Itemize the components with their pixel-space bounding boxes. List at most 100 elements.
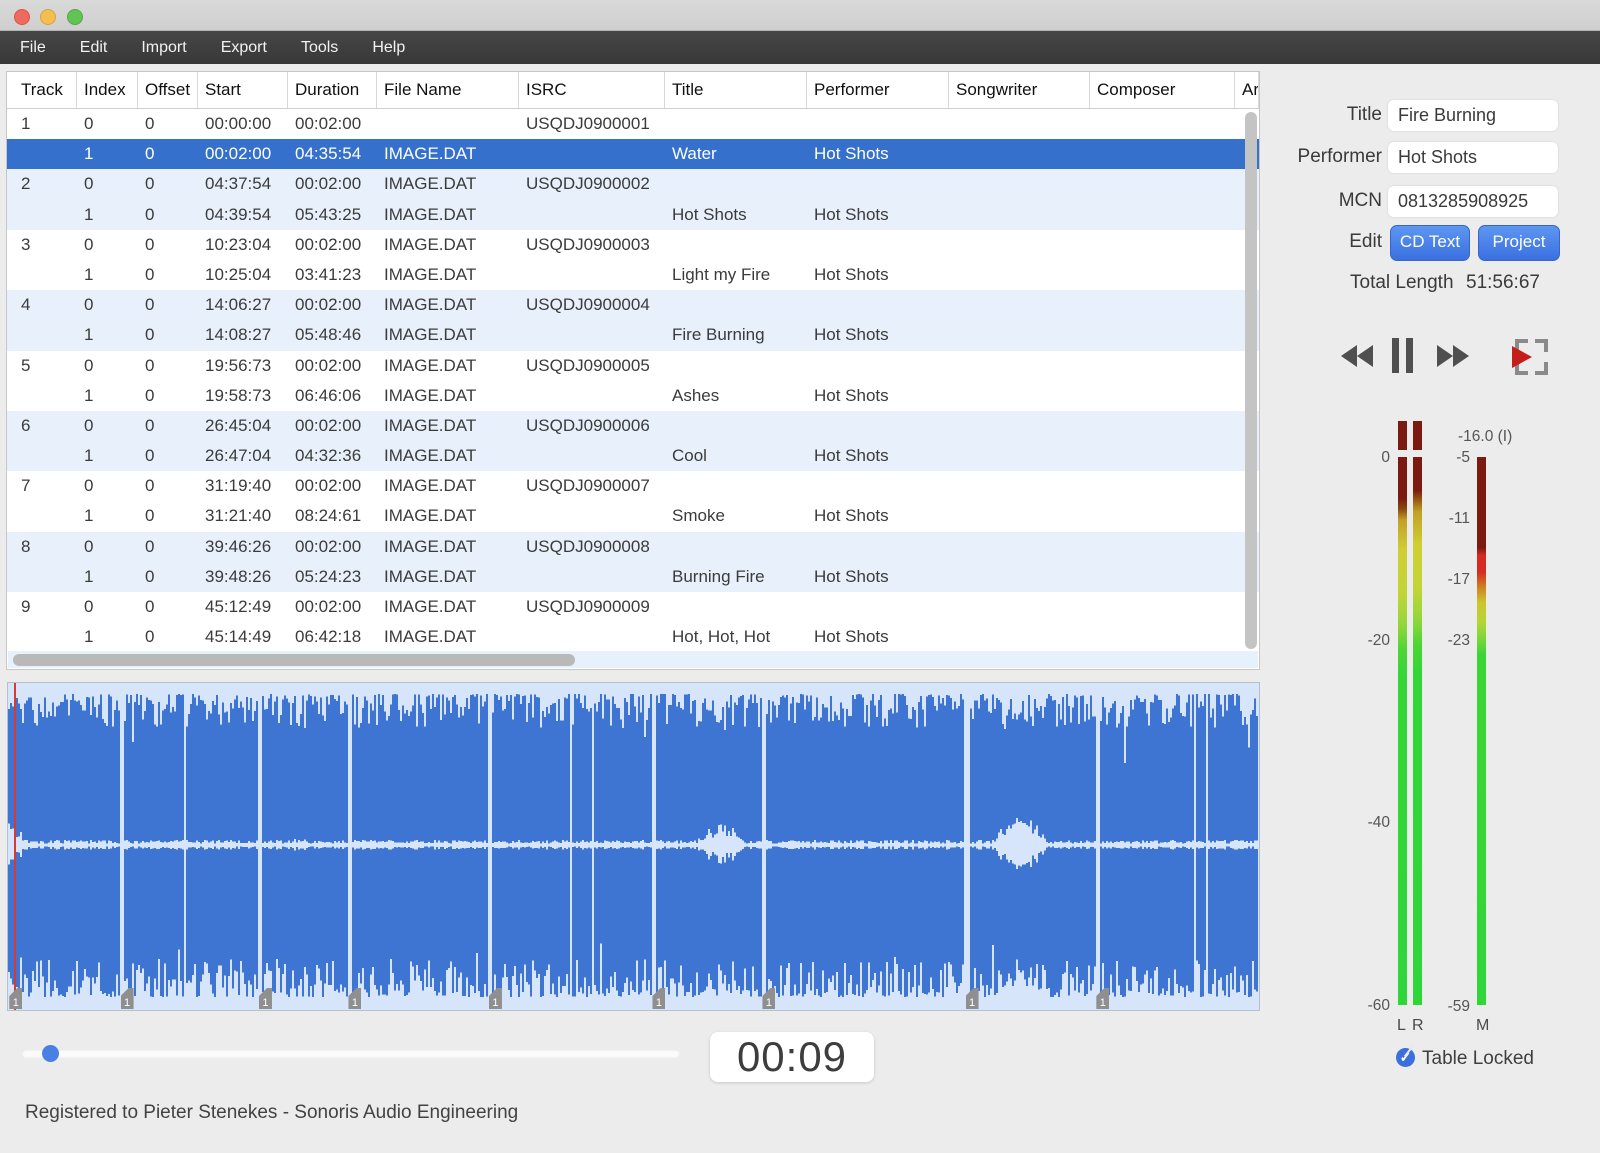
cell-index: 1 bbox=[77, 381, 138, 411]
performer-input[interactable] bbox=[1388, 142, 1558, 173]
vertical-scrollbar-thumb[interactable] bbox=[1245, 112, 1257, 649]
zoom-button[interactable] bbox=[67, 9, 83, 25]
table-row[interactable]: 1000:02:0004:35:54IMAGE.DATWaterHot Shot… bbox=[7, 139, 1259, 169]
column-header-performer[interactable]: Performer bbox=[807, 72, 949, 108]
cell-performer bbox=[807, 290, 949, 320]
table-row[interactable]: 80039:46:2600:02:00IMAGE.DATUSQDJ0900008 bbox=[7, 532, 1259, 562]
total-length-value: 51:56:67 bbox=[1466, 272, 1540, 294]
cell-songwriter bbox=[949, 411, 1090, 441]
table-row[interactable]: 40014:06:2700:02:00IMAGE.DATUSQDJ0900004 bbox=[7, 290, 1259, 320]
m-meter-scale-label: -17 bbox=[1428, 571, 1470, 589]
cell-duration: 00:02:00 bbox=[288, 230, 377, 260]
table-row[interactable]: 50019:56:7300:02:00IMAGE.DATUSQDJ0900005 bbox=[7, 351, 1259, 381]
table-row[interactable]: 70031:19:4000:02:00IMAGE.DATUSQDJ0900007 bbox=[7, 471, 1259, 501]
table-row[interactable]: 10000:00:0000:02:00USQDJ0900001 bbox=[7, 109, 1259, 139]
cell-offset: 0 bbox=[138, 109, 198, 139]
m-meter-scale-label: -11 bbox=[1428, 510, 1470, 528]
cell-track bbox=[7, 381, 77, 411]
project-button[interactable]: Project bbox=[1478, 225, 1560, 261]
cell-index: 0 bbox=[77, 592, 138, 622]
column-header-index[interactable]: Index bbox=[77, 72, 138, 108]
column-header-songwriter[interactable]: Songwriter bbox=[949, 72, 1090, 108]
horizontal-scrollbar-thumb[interactable] bbox=[13, 654, 575, 666]
lr-meter-scale-label: -20 bbox=[1340, 632, 1390, 650]
cell-performer: Hot Shots bbox=[807, 200, 949, 230]
cell-track bbox=[7, 139, 77, 169]
table-row[interactable]: 1031:21:4008:24:61IMAGE.DATSmokeHot Shot… bbox=[7, 501, 1259, 531]
cell-index: 0 bbox=[77, 290, 138, 320]
cd-text-button[interactable]: CD Text bbox=[1390, 225, 1470, 261]
play-selection-button[interactable] bbox=[1504, 336, 1552, 383]
menu-item-import[interactable]: Import bbox=[141, 39, 186, 57]
close-button[interactable] bbox=[14, 9, 30, 25]
cell-duration: 08:24:61 bbox=[288, 501, 377, 531]
title-input[interactable] bbox=[1388, 100, 1558, 131]
column-header-start[interactable]: Start bbox=[198, 72, 288, 108]
table-row[interactable]: 1045:14:4906:42:18IMAGE.DATHot, Hot, Hot… bbox=[7, 622, 1259, 652]
column-header-isrc[interactable]: ISRC bbox=[519, 72, 665, 108]
cell-index: 1 bbox=[77, 501, 138, 531]
mcn-input[interactable] bbox=[1388, 186, 1558, 217]
fast-forward-button[interactable] bbox=[1437, 345, 1469, 372]
seek-slider[interactable] bbox=[22, 1050, 680, 1058]
minimize-button[interactable] bbox=[40, 9, 56, 25]
lr-meter-scale-label: -40 bbox=[1340, 814, 1390, 832]
cell-composer bbox=[1090, 441, 1235, 471]
table-row[interactable]: 1014:08:2705:48:46IMAGE.DATFire BurningH… bbox=[7, 320, 1259, 350]
m-meter-scale-label: -23 bbox=[1428, 632, 1470, 650]
table-row[interactable]: 1019:58:7306:46:06IMAGE.DATAshesHot Shot… bbox=[7, 381, 1259, 411]
table-row[interactable]: 1004:39:5405:43:25IMAGE.DATHot ShotsHot … bbox=[7, 200, 1259, 230]
cell-composer bbox=[1090, 320, 1235, 350]
menu-item-tools[interactable]: Tools bbox=[301, 39, 338, 57]
seek-slider-thumb[interactable] bbox=[42, 1045, 59, 1062]
table-row[interactable]: 1039:48:2605:24:23IMAGE.DATBurning FireH… bbox=[7, 562, 1259, 592]
cell-title: Hot Shots bbox=[665, 200, 807, 230]
cell-start: 45:12:49 bbox=[198, 592, 288, 622]
table-row[interactable]: 1010:25:0403:41:23IMAGE.DATLight my Fire… bbox=[7, 260, 1259, 290]
column-header-title[interactable]: Title bbox=[665, 72, 807, 108]
waveform-overview[interactable]: 111111111 bbox=[7, 682, 1260, 1011]
column-header-file-name[interactable]: File Name bbox=[377, 72, 519, 108]
cell-file: IMAGE.DAT bbox=[377, 622, 519, 652]
mono-channel-label: M bbox=[1476, 1017, 1489, 1035]
table-row[interactable]: 20004:37:5400:02:00IMAGE.DATUSQDJ0900002 bbox=[7, 169, 1259, 199]
table-row[interactable]: 30010:23:0400:02:00IMAGE.DATUSQDJ0900003 bbox=[7, 230, 1259, 260]
menu-item-edit[interactable]: Edit bbox=[80, 39, 108, 57]
table-row[interactable]: 1026:47:0404:32:36IMAGE.DATCoolHot Shots bbox=[7, 441, 1259, 471]
cell-offset: 0 bbox=[138, 622, 198, 652]
cell-start: 04:39:54 bbox=[198, 200, 288, 230]
menu-item-help[interactable]: Help bbox=[372, 39, 405, 57]
cell-offset: 0 bbox=[138, 411, 198, 441]
column-header-offset[interactable]: Offset bbox=[138, 72, 198, 108]
table-row[interactable]: 90045:12:4900:02:00IMAGE.DATUSQDJ0900009 bbox=[7, 592, 1259, 622]
menu-item-file[interactable]: File bbox=[20, 39, 46, 57]
cell-file: IMAGE.DAT bbox=[377, 260, 519, 290]
cell-index: 1 bbox=[77, 562, 138, 592]
cell-duration: 00:02:00 bbox=[288, 109, 377, 139]
horizontal-scrollbar[interactable] bbox=[8, 651, 1258, 668]
cell-index: 0 bbox=[77, 411, 138, 441]
menu-item-export[interactable]: Export bbox=[221, 39, 267, 57]
cell-offset: 0 bbox=[138, 501, 198, 531]
cell-index: 1 bbox=[77, 200, 138, 230]
pause-button[interactable] bbox=[1392, 338, 1414, 378]
column-header-track[interactable]: Track bbox=[7, 72, 77, 108]
cell-index: 1 bbox=[77, 622, 138, 652]
cell-track bbox=[7, 622, 77, 652]
table-row[interactable]: 60026:45:0400:02:00IMAGE.DATUSQDJ0900006 bbox=[7, 411, 1259, 441]
column-header-duration[interactable]: Duration bbox=[288, 72, 377, 108]
cell-songwriter bbox=[949, 200, 1090, 230]
cell-file: IMAGE.DAT bbox=[377, 290, 519, 320]
table-locked-checkbox[interactable]: ✓ bbox=[1396, 1048, 1415, 1067]
column-header-composer[interactable]: Composer bbox=[1090, 72, 1235, 108]
cell-file: IMAGE.DAT bbox=[377, 351, 519, 381]
rewind-button[interactable] bbox=[1341, 345, 1373, 372]
column-header-arr[interactable]: Arr bbox=[1235, 72, 1259, 108]
cell-index: 0 bbox=[77, 471, 138, 501]
playhead-cursor[interactable] bbox=[14, 683, 16, 1010]
mcn-field-label: MCN bbox=[1262, 190, 1382, 212]
cell-songwriter bbox=[949, 260, 1090, 290]
cell-isrc: USQDJ0900004 bbox=[519, 290, 665, 320]
cell-offset: 0 bbox=[138, 230, 198, 260]
track-table-body: 10000:00:0000:02:00USQDJ09000011000:02:0… bbox=[7, 109, 1259, 652]
